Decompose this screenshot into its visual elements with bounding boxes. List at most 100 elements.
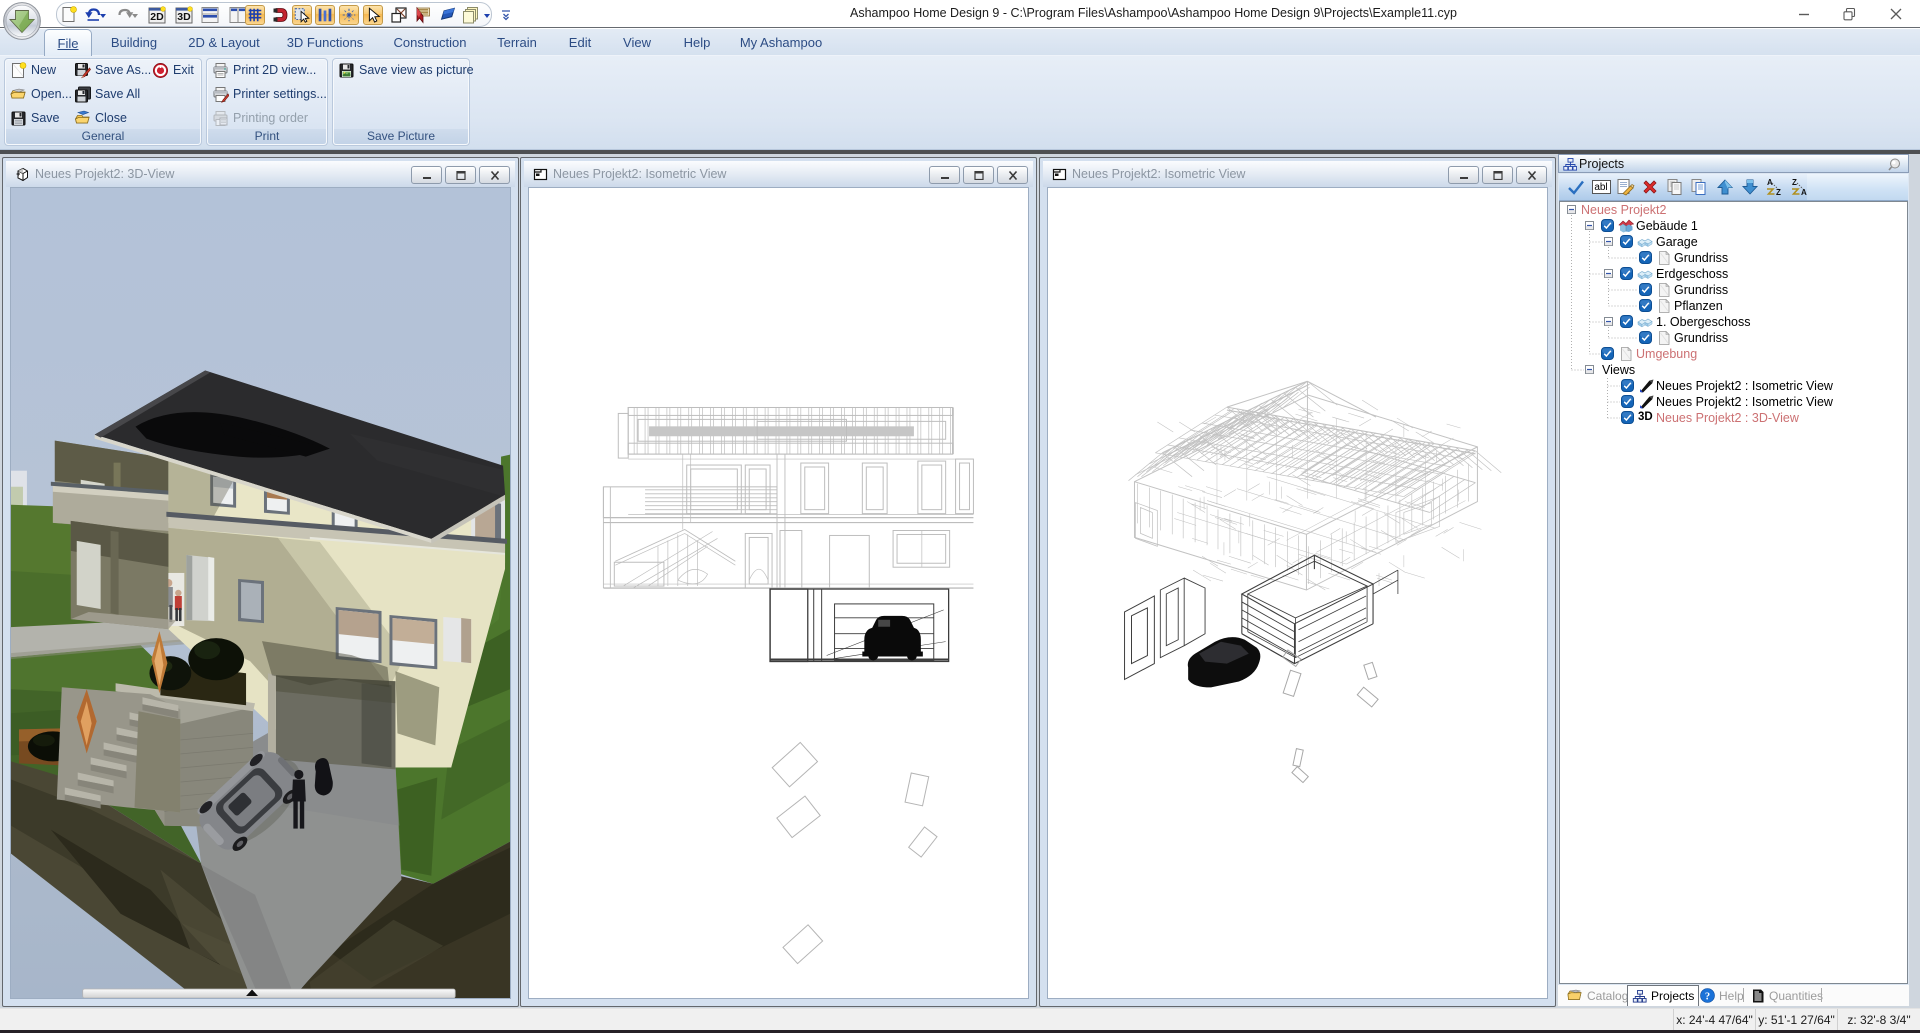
- tab-2d-layout[interactable]: 2D & Layout: [184, 29, 264, 56]
- isometric-1-content[interactable]: [528, 187, 1029, 999]
- tab-file[interactable]: File: [44, 29, 92, 56]
- close-button[interactable]: [1876, 4, 1916, 24]
- tree-expander-icon[interactable]: [1567, 205, 1576, 214]
- qat-more-button[interactable]: [500, 8, 512, 22]
- tree-item[interactable]: Neues Projekt2: [1560, 202, 1908, 218]
- qat-copy-pages[interactable]: [461, 5, 481, 25]
- qat-parallelogram[interactable]: [438, 5, 458, 25]
- qat-snap-points[interactable]: [339, 5, 359, 25]
- tab-edit[interactable]: Edit: [562, 29, 598, 56]
- ptb-sort-za-button[interactable]: ZA: [1787, 176, 1811, 198]
- tree-expander-icon[interactable]: [1604, 237, 1613, 246]
- tree-checkbox[interactable]: [1620, 315, 1633, 328]
- tab-3d-functions[interactable]: 3D Functions: [284, 29, 366, 56]
- tree-checkbox[interactable]: [1639, 283, 1652, 296]
- w3-close-button[interactable]: [1516, 166, 1547, 184]
- tab-building[interactable]: Building: [104, 29, 164, 56]
- qat-undo-dropdown[interactable]: [98, 5, 107, 25]
- tree-expander-icon[interactable]: [1585, 221, 1594, 230]
- tree-item[interactable]: 3DNeues Projekt2 : 3D-View: [1560, 410, 1908, 426]
- isometric-2-content[interactable]: [1047, 187, 1548, 999]
- ptb-copy-button[interactable]: [1663, 176, 1687, 198]
- tree-checkbox[interactable]: [1620, 235, 1633, 248]
- panel-tab-help[interactable]: ?Help: [1696, 985, 1748, 1006]
- tree-checkbox[interactable]: [1601, 219, 1614, 232]
- tree-item[interactable]: Neues Projekt2 : Isometric View: [1560, 378, 1908, 394]
- qat-magnet[interactable]: [270, 5, 290, 25]
- restore-button[interactable]: [1829, 4, 1869, 24]
- button-printing-order[interactable]: Printing order: [212, 107, 308, 129]
- tree-checkbox[interactable]: [1621, 411, 1634, 424]
- tree-item[interactable]: Neues Projekt2 : Isometric View: [1560, 394, 1908, 410]
- tree-item[interactable]: 1. Obergeschoss: [1560, 314, 1908, 330]
- tree-item[interactable]: Pflanzen: [1560, 298, 1908, 314]
- w3-maximize-button[interactable]: [1482, 166, 1513, 184]
- tree-checkbox[interactable]: [1621, 395, 1634, 408]
- button-save-all[interactable]: Save All: [74, 83, 140, 105]
- button-new[interactable]: New: [10, 59, 56, 81]
- w3-minimize-button[interactable]: [1448, 166, 1479, 184]
- tree-item[interactable]: Erdgeschoss: [1560, 266, 1908, 282]
- tree-checkbox[interactable]: [1639, 251, 1652, 264]
- tree-checkbox[interactable]: [1620, 267, 1633, 280]
- tree-expander-icon[interactable]: [1604, 269, 1613, 278]
- panel-tab-quantities[interactable]: Quantities: [1747, 985, 1827, 1006]
- ptb-move-down-button[interactable]: [1738, 176, 1762, 198]
- w1-minimize-button[interactable]: [411, 166, 442, 184]
- button-printer-settings[interactable]: Printer settings...: [212, 83, 327, 105]
- button-save-as[interactable]: Save As...: [74, 59, 151, 81]
- tab-my-ashampoo[interactable]: My Ashampoo: [736, 29, 826, 56]
- button-open[interactable]: Open...: [10, 83, 72, 105]
- button-close[interactable]: Close: [74, 107, 127, 129]
- button-save[interactable]: Save: [10, 107, 60, 129]
- tree-item[interactable]: Views: [1560, 362, 1908, 378]
- qat-overlap-boxes[interactable]: [389, 5, 409, 25]
- qat-select-area[interactable]: [292, 5, 312, 25]
- tab-view[interactable]: View: [618, 29, 656, 56]
- tree-checkbox[interactable]: [1621, 379, 1634, 392]
- ptb-paste-copy-button[interactable]: [1687, 176, 1711, 198]
- qat-grid[interactable]: [245, 5, 265, 25]
- tree-checkbox[interactable]: [1639, 299, 1652, 312]
- button-exit[interactable]: Exit: [152, 59, 194, 81]
- w1-close-button[interactable]: [479, 166, 510, 184]
- tree-item[interactable]: Umgebung: [1560, 346, 1908, 362]
- tree-item[interactable]: Grundriss: [1560, 282, 1908, 298]
- tree-expander-icon[interactable]: [1604, 317, 1613, 326]
- tab-terrain[interactable]: Terrain: [492, 29, 542, 56]
- w1-maximize-button[interactable]: [445, 166, 476, 184]
- minimize-button[interactable]: [1784, 4, 1824, 24]
- tree-item[interactable]: Grundriss: [1560, 330, 1908, 346]
- application-menu-button[interactable]: [3, 2, 41, 40]
- tree-item[interactable]: Garage: [1560, 234, 1908, 250]
- button-save-view-as-picture[interactable]: Save view as picture: [338, 59, 474, 81]
- w2-close-button[interactable]: [997, 166, 1028, 184]
- tree-checkbox[interactable]: [1601, 347, 1614, 360]
- w2-maximize-button[interactable]: [963, 166, 994, 184]
- 3d-view-scroll-strip[interactable]: [83, 989, 456, 998]
- button-print-2d-view[interactable]: Print 2D view...: [212, 59, 316, 81]
- qat-3d-view[interactable]: 3D: [174, 5, 194, 25]
- qat-2d-view[interactable]: 2D: [147, 5, 167, 25]
- ptb-delete-button[interactable]: [1638, 176, 1662, 198]
- qat-columns[interactable]: [315, 5, 335, 25]
- panel-tab-projects[interactable]: Projects: [1627, 985, 1699, 1006]
- tree-item[interactable]: Grundriss: [1560, 250, 1908, 266]
- qat-select-arrow[interactable]: [363, 5, 383, 25]
- 3d-view-content[interactable]: [10, 187, 511, 999]
- panel-pin-icon[interactable]: [1887, 157, 1902, 172]
- panel-tab-catalog[interactable]: Catalog: [1563, 985, 1632, 1006]
- ptb-confirm-button[interactable]: [1564, 176, 1588, 198]
- ptb-move-up-button[interactable]: [1713, 176, 1737, 198]
- w2-minimize-button[interactable]: [929, 166, 960, 184]
- tree-expander-icon[interactable]: [1585, 365, 1594, 374]
- qat-texture-flag[interactable]: [413, 5, 433, 25]
- ptb-sort-az-button[interactable]: AZ: [1762, 176, 1786, 198]
- qat-redo-dropdown[interactable]: [130, 5, 139, 25]
- tab-help[interactable]: Help: [676, 29, 718, 56]
- qat-split-horizontal[interactable]: [200, 5, 220, 25]
- tree-item[interactable]: Gebäude 1: [1560, 218, 1908, 234]
- ptb-edit-page-button[interactable]: [1613, 176, 1637, 198]
- ptb-rename-button[interactable]: abl: [1589, 176, 1613, 198]
- tab-construction[interactable]: Construction: [388, 29, 472, 56]
